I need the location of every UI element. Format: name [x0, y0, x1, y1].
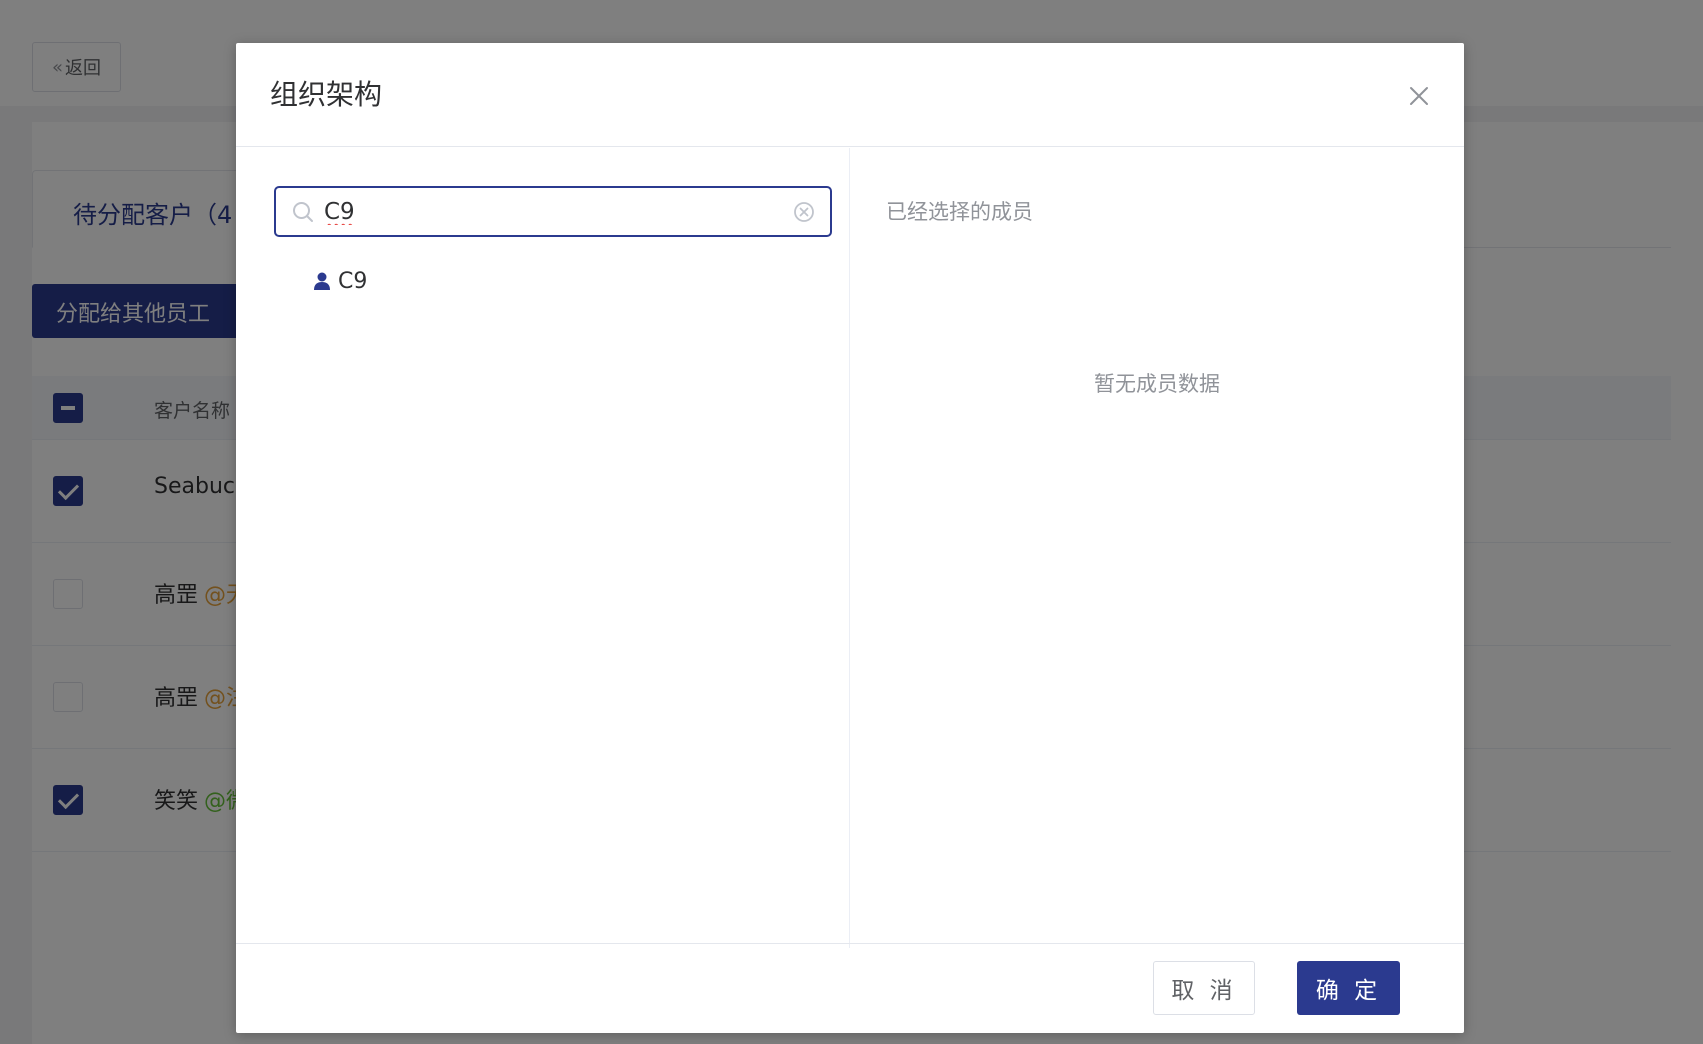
tree-node-user[interactable]: C9 [312, 264, 367, 298]
selected-members-panel: 已经选择的成员 暂无成员数据 [850, 148, 1464, 948]
search-input[interactable] [324, 194, 764, 230]
empty-state-text: 暂无成员数据 [1094, 372, 1220, 396]
close-icon[interactable] [1408, 85, 1430, 107]
dialog-title: 组织架构 [270, 78, 383, 111]
search-box [274, 186, 832, 237]
user-icon [314, 272, 330, 290]
tree-node-label: C9 [338, 268, 368, 294]
dialog-footer: 取 消 确 定 [236, 943, 1464, 1033]
dialog-header: 组织架构 [236, 43, 1464, 147]
search-icon [293, 202, 313, 222]
cancel-button[interactable]: 取 消 [1153, 961, 1255, 1015]
selected-members-title: 已经选择的成员 [886, 200, 1033, 224]
org-tree-panel: C9 [236, 148, 850, 948]
confirm-button[interactable]: 确 定 [1297, 961, 1400, 1015]
clear-icon[interactable] [792, 200, 816, 224]
org-structure-dialog: 组织架构 C9 已经选择的成员 暂无成员数据 [236, 43, 1464, 1033]
